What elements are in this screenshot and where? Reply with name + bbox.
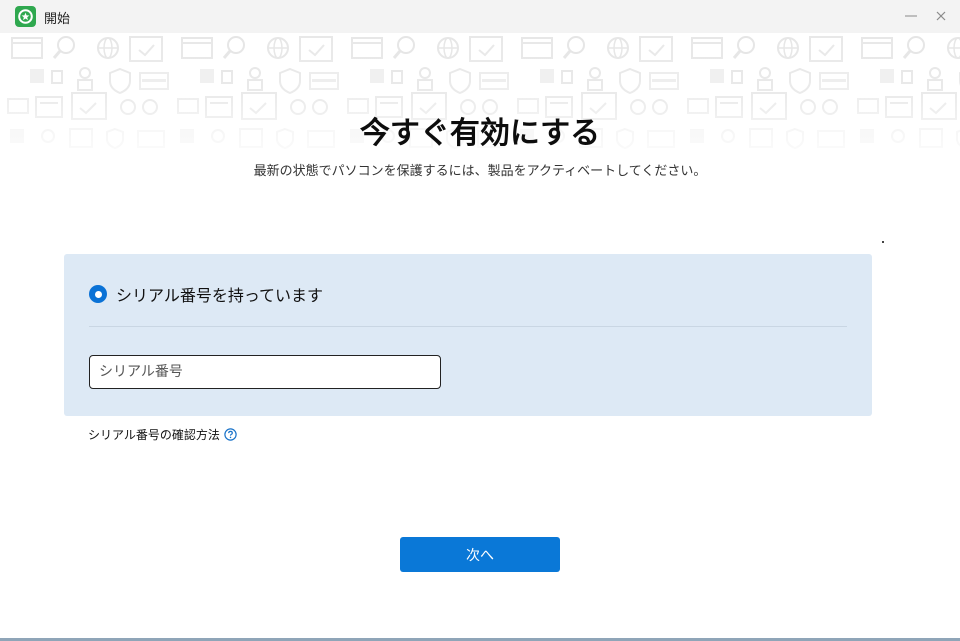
serial-help-label[interactable]: シリアル番号の確認方法 [88, 426, 220, 443]
serial-option-label: シリアル番号を持っています [116, 286, 324, 305]
window-title: 開始 [44, 12, 71, 27]
question-circle-icon[interactable] [224, 428, 237, 441]
serial-number-input[interactable] [89, 355, 441, 389]
page-subtitle: 最新の状態でパソコンを保護するには、製品をアクティベートしてください。 [253, 164, 707, 179]
stray-dot [882, 241, 884, 243]
serial-option-radio[interactable]: シリアル番号を持っています [89, 282, 323, 306]
title-bar: 開始 [0, 0, 960, 33]
activation-window: 開始 今すぐ有効にする 最新の状態でパソコンを保護するには、製品をアクティベート… [0, 0, 960, 641]
minimize-button[interactable] [896, 2, 926, 30]
radio-selected-icon[interactable] [89, 285, 107, 303]
close-button[interactable] [926, 2, 956, 30]
page-title: 今すぐ有効にする [359, 116, 601, 151]
serial-activation-panel: シリアル番号を持っています [64, 254, 872, 416]
close-icon [936, 11, 946, 21]
next-button[interactable]: 次へ [400, 537, 560, 572]
divider [89, 326, 847, 327]
app-logo-icon [15, 6, 36, 27]
serial-help-link[interactable]: シリアル番号の確認方法 [88, 426, 237, 443]
minimize-icon [905, 15, 917, 17]
